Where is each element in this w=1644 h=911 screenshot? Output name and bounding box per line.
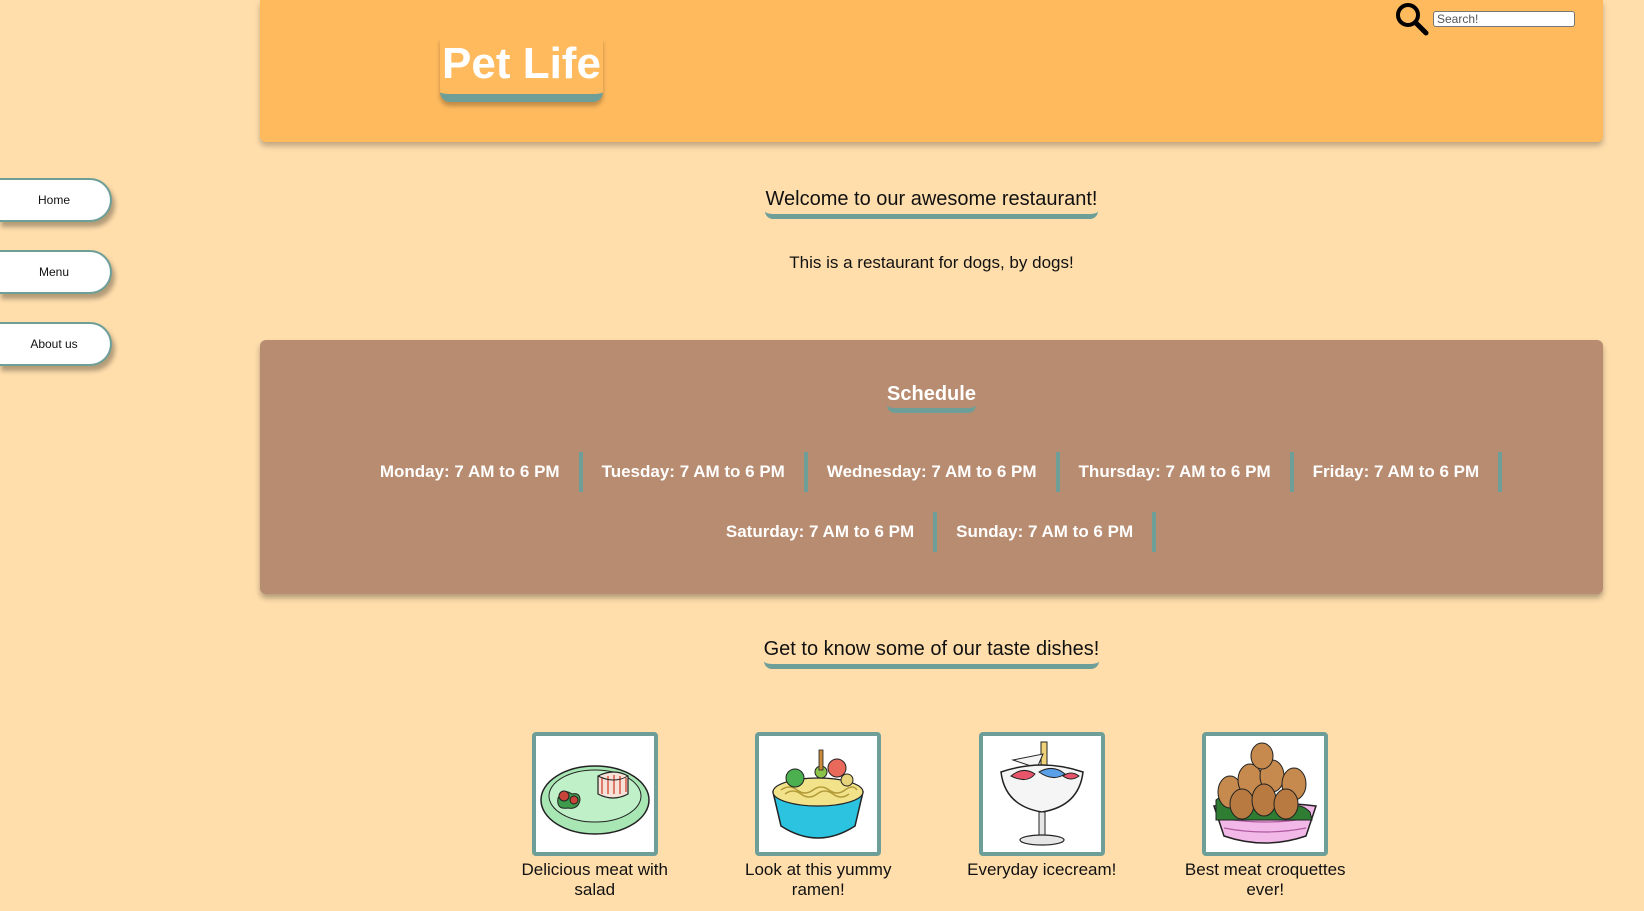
dish-card: Look at this yummy ramen!: [707, 732, 931, 900]
dish-caption: Look at this yummy ramen!: [745, 860, 892, 899]
search-bar: [1395, 2, 1575, 36]
croquettes-bowl-icon[interactable]: [1202, 732, 1329, 856]
dishes-heading: Get to know some of our taste dishes!: [763, 637, 1100, 669]
schedule-row-weekend: Saturday: 7 AM to 6 PM Sunday: 7 AM to 6…: [260, 512, 1603, 552]
schedule-day-wednesday: Wednesday: 7 AM to 6 PM: [808, 452, 1060, 492]
meat-salad-plate-icon[interactable]: [531, 732, 658, 856]
schedule-title-wrap: Schedule: [260, 382, 1603, 413]
welcome-heading: Welcome to our awesome restaurant!: [765, 187, 1098, 219]
dish-caption: Delicious meat with salad: [521, 860, 668, 899]
schedule-day-thursday: Thursday: 7 AM to 6 PM: [1060, 452, 1294, 492]
schedule-day-friday: Friday: 7 AM to 6 PM: [1294, 452, 1503, 492]
dish-caption: Everyday icecream!: [967, 860, 1117, 879]
nav-menu-button[interactable]: Menu: [0, 250, 112, 294]
schedule-day-saturday: Saturday: 7 AM to 6 PM: [707, 512, 938, 552]
dish-card: Delicious meat with salad: [483, 732, 707, 900]
dishes-gallery: Delicious meat with salad Look at this y…: [483, 732, 1377, 900]
search-icon[interactable]: [1395, 2, 1429, 36]
nav-home-button[interactable]: Home: [0, 178, 112, 222]
nav-about-us-button[interactable]: About us: [0, 322, 112, 366]
site-header: Pet Life: [260, 0, 1603, 142]
schedule-title: Schedule: [887, 382, 976, 413]
side-nav: Home Menu About us: [0, 178, 112, 394]
welcome-text: This is a restaurant for dogs, by dogs!: [789, 253, 1074, 272]
schedule-panel: Schedule Monday: 7 AM to 6 PM Tuesday: 7…: [260, 340, 1603, 594]
icecream-cup-icon[interactable]: [978, 732, 1105, 856]
schedule-day-tuesday: Tuesday: 7 AM to 6 PM: [583, 452, 808, 492]
dish-card: Best meat croquettes ever!: [1154, 732, 1378, 900]
schedule-day-sunday: Sunday: 7 AM to 6 PM: [937, 512, 1157, 552]
dish-caption: Best meat croquettes ever!: [1184, 860, 1346, 899]
dish-card: Everyday icecream!: [930, 732, 1154, 900]
dishes-heading-wrap: Get to know some of our taste dishes!: [260, 634, 1603, 669]
welcome-heading-wrap: Welcome to our awesome restaurant!: [260, 184, 1603, 219]
search-input[interactable]: [1433, 11, 1575, 27]
ramen-bowl-icon[interactable]: [755, 732, 882, 856]
site-title: Pet Life: [440, 38, 603, 102]
schedule-row-weekdays: Monday: 7 AM to 6 PM Tuesday: 7 AM to 6 …: [260, 452, 1603, 492]
schedule-day-monday: Monday: 7 AM to 6 PM: [361, 452, 583, 492]
